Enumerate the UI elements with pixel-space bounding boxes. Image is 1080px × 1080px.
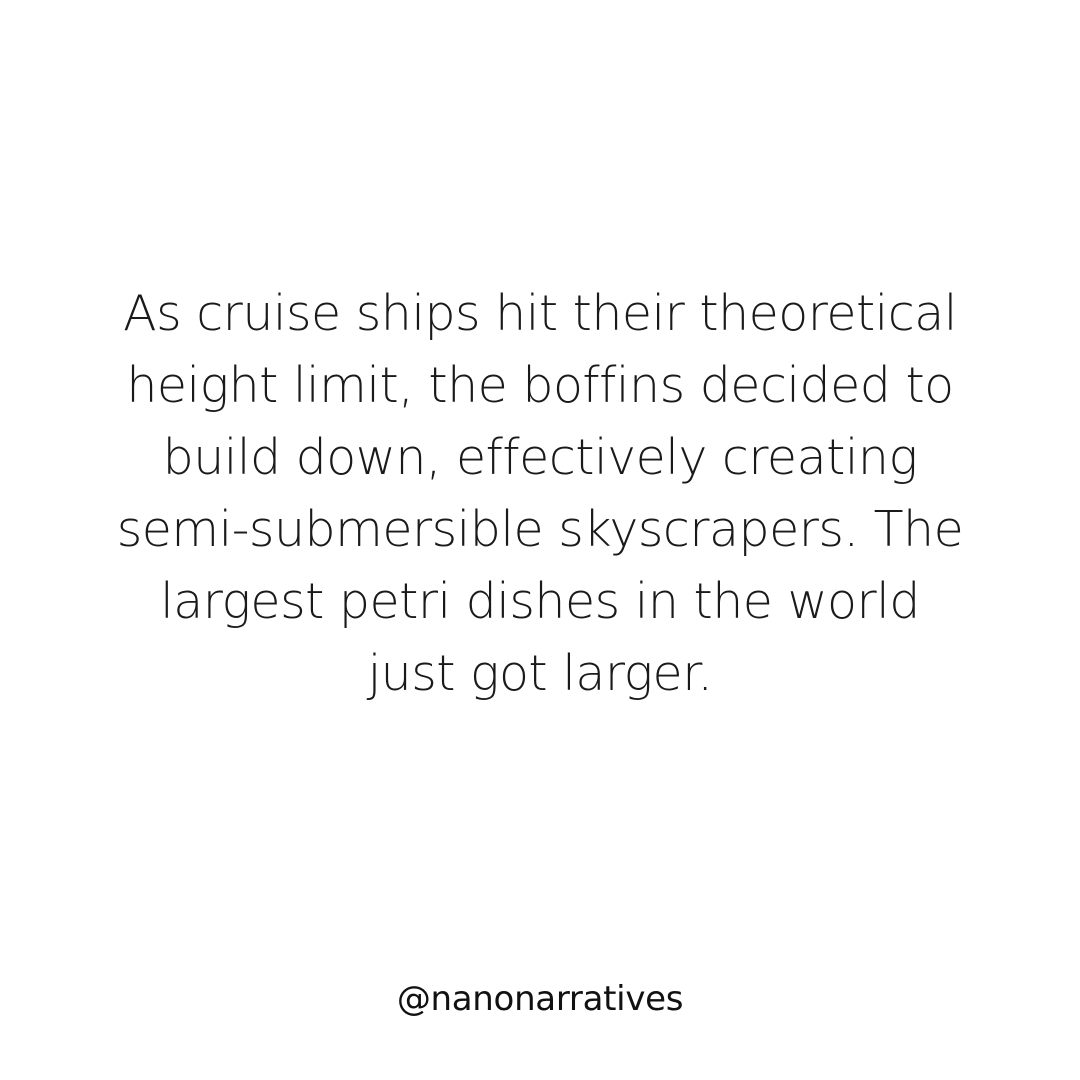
story-text: As cruise ships hit their theoretical he…: [0, 278, 1080, 710]
story-line: build down, effectively creating: [162, 429, 918, 486]
story-line: just got larger.: [367, 645, 713, 702]
post-canvas: As cruise ships hit their theoretical he…: [0, 0, 1080, 1080]
account-handle: @nanonarratives: [396, 979, 684, 1019]
story-line: semi-submersible skyscrapers. The: [116, 501, 964, 558]
story-line: As cruise ships hit their theoretical: [123, 285, 957, 342]
story-line: largest petri dishes in the world: [160, 573, 920, 630]
story-line: height limit, the boffins decided to: [126, 357, 954, 414]
